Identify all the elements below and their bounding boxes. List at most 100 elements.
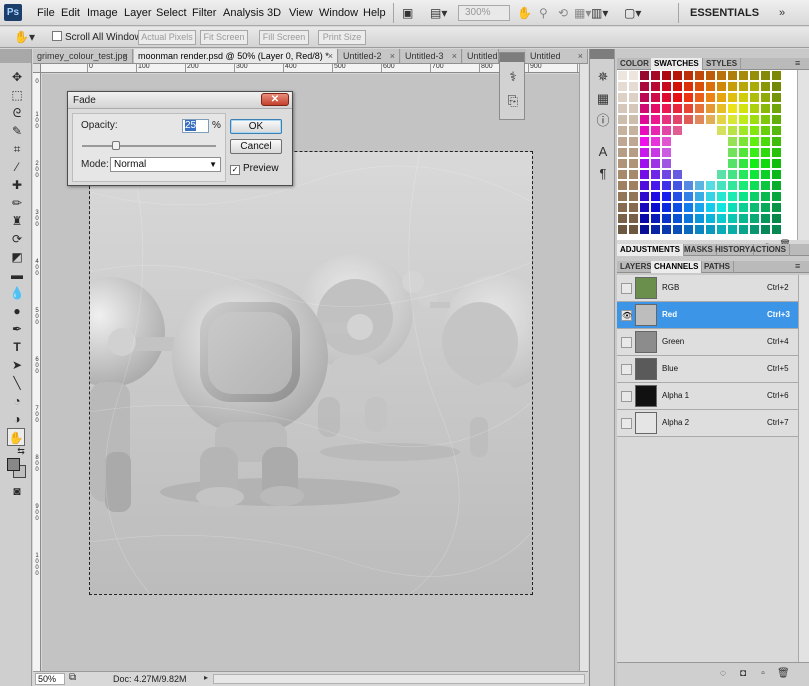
- color-swatch[interactable]: [618, 214, 628, 224]
- color-swatch[interactable]: [772, 126, 782, 136]
- color-swatch[interactable]: [684, 148, 694, 158]
- foreground-color-swatch[interactable]: [7, 458, 20, 471]
- color-swatch[interactable]: [728, 192, 738, 202]
- color-swatch[interactable]: [651, 148, 661, 158]
- color-swatch[interactable]: [750, 93, 760, 103]
- screen-mode-icon[interactable]: ▢▾: [624, 5, 641, 21]
- healing-brush-tool-icon[interactable]: ✚: [8, 176, 26, 194]
- color-swatch[interactable]: [673, 214, 683, 224]
- close-icon[interactable]: ×: [328, 49, 333, 63]
- info-icon[interactable]: ⓘ: [595, 113, 611, 129]
- color-swatch[interactable]: [706, 214, 716, 224]
- color-swatch[interactable]: [728, 225, 738, 235]
- color-swatch[interactable]: [739, 170, 749, 180]
- load-channel-selection-icon[interactable]: ◌: [717, 668, 729, 680]
- channel-row-green[interactable]: Green Ctrl+4: [617, 329, 798, 356]
- zoom-status-field[interactable]: 50%: [35, 673, 65, 685]
- tools-panel-grip[interactable]: [0, 49, 31, 63]
- zoom-tool-icon[interactable]: ⚲: [539, 5, 548, 21]
- channel-row-rgb[interactable]: RGB Ctrl+2: [617, 275, 798, 302]
- color-swatch[interactable]: [673, 126, 683, 136]
- color-swatch[interactable]: [750, 192, 760, 202]
- swatches-scrollbar[interactable]: [797, 70, 809, 240]
- tab-styles[interactable]: STYLES: [703, 58, 742, 70]
- tab-channels[interactable]: CHANNELS: [651, 261, 703, 273]
- checkbox-icon[interactable]: [52, 31, 62, 41]
- hand-tool-preset-icon[interactable]: ✋▾: [14, 29, 35, 45]
- color-swatch[interactable]: [717, 225, 727, 235]
- color-swatch[interactable]: [717, 181, 727, 191]
- hand-tool-icon[interactable]: ✋: [517, 5, 532, 21]
- close-button[interactable]: ✕: [261, 93, 289, 106]
- marquee-tool-icon[interactable]: ⬚: [8, 86, 26, 104]
- color-swatch[interactable]: [695, 225, 705, 235]
- eyedropper-tool-icon[interactable]: ⁄: [8, 158, 26, 176]
- color-swatch[interactable]: [651, 203, 661, 213]
- color-swatch[interactable]: [761, 137, 771, 147]
- color-swatch[interactable]: [728, 82, 738, 92]
- color-swatch[interactable]: [673, 181, 683, 191]
- color-swatch[interactable]: [651, 93, 661, 103]
- color-swatch[interactable]: [706, 82, 716, 92]
- tab-untitled-3[interactable]: Untitled-3 ×: [401, 49, 462, 63]
- color-swatch[interactable]: [772, 104, 782, 114]
- color-swatch[interactable]: [629, 203, 639, 213]
- color-swatch[interactable]: [750, 82, 760, 92]
- color-swatch[interactable]: [640, 93, 650, 103]
- color-swatch[interactable]: [706, 225, 716, 235]
- color-swatch[interactable]: [772, 181, 782, 191]
- color-swatch[interactable]: [673, 192, 683, 202]
- fill-screen-button[interactable]: Fill Screen: [259, 30, 309, 45]
- quick-selection-tool-icon[interactable]: ✎: [8, 122, 26, 140]
- color-swatch[interactable]: [706, 170, 716, 180]
- color-swatch[interactable]: [662, 159, 672, 169]
- color-swatch[interactable]: [673, 115, 683, 125]
- color-swatch[interactable]: [761, 203, 771, 213]
- tab-layers[interactable]: LAYERS: [617, 261, 656, 273]
- color-swatch[interactable]: [640, 126, 650, 136]
- color-swatch[interactable]: [618, 82, 628, 92]
- color-swatch[interactable]: [618, 137, 628, 147]
- color-swatch[interactable]: [618, 115, 628, 125]
- color-swatch[interactable]: [728, 93, 738, 103]
- color-swatch[interactable]: [651, 137, 661, 147]
- lasso-tool-icon[interactable]: ᘓ: [8, 104, 26, 122]
- color-swatch[interactable]: [684, 203, 694, 213]
- color-swatch[interactable]: [706, 148, 716, 158]
- color-swatch[interactable]: [651, 104, 661, 114]
- print-size-button[interactable]: Print Size: [318, 30, 366, 45]
- status-arrow-icon[interactable]: ▸: [204, 672, 208, 684]
- color-swatch[interactable]: [618, 225, 628, 235]
- color-swatch[interactable]: [662, 93, 672, 103]
- arrange-documents-icon[interactable]: ▥▾: [591, 5, 608, 21]
- color-swatch[interactable]: [695, 192, 705, 202]
- color-swatch[interactable]: [739, 126, 749, 136]
- color-swatch[interactable]: [739, 93, 749, 103]
- color-swatch[interactable]: [728, 214, 738, 224]
- color-swatch[interactable]: [772, 214, 782, 224]
- blur-tool-icon[interactable]: 💧: [8, 284, 26, 302]
- color-swatch[interactable]: [717, 71, 727, 81]
- color-swatch[interactable]: [662, 214, 672, 224]
- color-swatch[interactable]: [761, 71, 771, 81]
- color-swatch[interactable]: [618, 159, 628, 169]
- color-swatch[interactable]: [695, 214, 705, 224]
- histogram-icon[interactable]: ▦: [595, 91, 611, 107]
- color-swatch[interactable]: [629, 137, 639, 147]
- color-swatch[interactable]: [750, 203, 760, 213]
- channels-scrollbar[interactable]: [798, 275, 809, 662]
- panel-menu-icon[interactable]: ≡: [795, 258, 800, 274]
- menu-window[interactable]: Window: [319, 7, 358, 19]
- tab-color[interactable]: COLOR: [617, 58, 653, 70]
- eraser-tool-icon[interactable]: ◩: [8, 248, 26, 266]
- opacity-input[interactable]: 25: [182, 119, 209, 133]
- color-swatch[interactable]: [695, 104, 705, 114]
- color-swatch[interactable]: [706, 71, 716, 81]
- color-swatch[interactable]: [739, 82, 749, 92]
- fit-screen-button[interactable]: Fit Screen: [200, 30, 248, 45]
- color-swatch[interactable]: [761, 126, 771, 136]
- tab-paths[interactable]: PATHS: [701, 261, 734, 273]
- grid-icon[interactable]: ▦▾: [574, 5, 591, 21]
- new-channel-icon[interactable]: ▫: [757, 668, 769, 680]
- color-swatch[interactable]: [662, 192, 672, 202]
